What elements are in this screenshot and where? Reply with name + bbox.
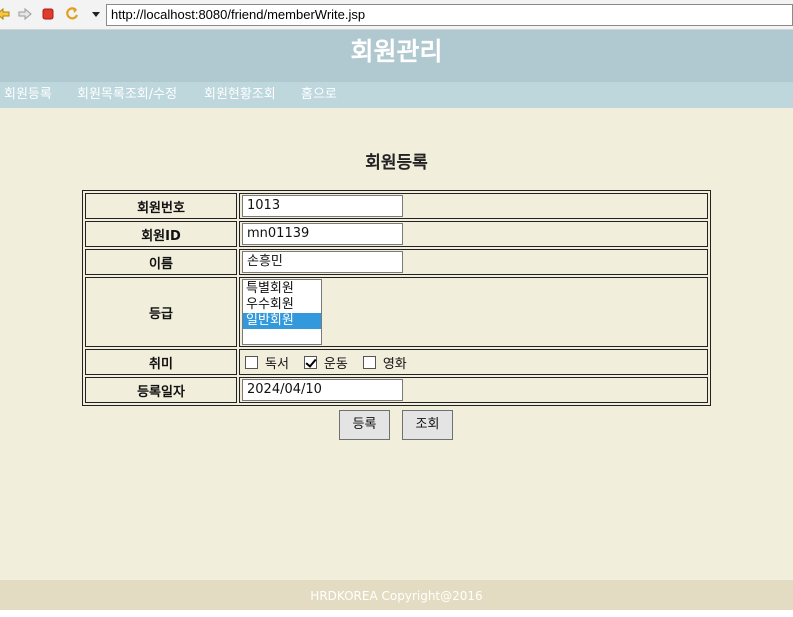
main-section: 회원등록 회원번호 1013 회원ID mn01139 이름 손흥민 등급 특별… — [0, 108, 793, 580]
hobby-movie-label: 영화 — [382, 356, 407, 372]
lookup-button[interactable]: 조회 — [402, 410, 453, 440]
grade-label: 등급 — [85, 277, 237, 347]
hobby-reading-label: 독서 — [265, 356, 289, 372]
register-button[interactable]: 등록 — [339, 410, 390, 440]
form-row-member-no: 회원번호 1013 — [85, 193, 708, 219]
grade-option[interactable]: 특별회원 — [243, 281, 321, 297]
form-row-member-id: 회원ID mn01139 — [85, 221, 708, 247]
address-bar[interactable]: http://localhost:8080/friend/memberWrite… — [106, 4, 793, 26]
browser-toolbar: http://localhost:8080/friend/memberWrite… — [0, 0, 793, 30]
reg-date-label: 등록일자 — [85, 377, 237, 403]
page-title: 회원관리 — [350, 37, 443, 66]
member-no-label: 회원번호 — [85, 193, 237, 219]
hobby-group: 독서 운동 영화 — [242, 350, 707, 374]
hobby-movie-checkbox[interactable] — [362, 355, 376, 369]
member-id-input[interactable]: mn01139 — [242, 223, 403, 245]
stop-icon[interactable] — [40, 6, 56, 22]
reg-date-input[interactable]: 2024/04/10 — [242, 379, 403, 401]
nav-item-home[interactable]: 홈으로 — [301, 82, 337, 108]
nav-item-member-status[interactable]: 회원현황조회 — [204, 82, 276, 108]
grade-option-selected[interactable]: 일반회원 — [243, 313, 321, 329]
nav-item-member-list[interactable]: 회원목록조회/수정 — [77, 82, 177, 108]
form-row-name: 이름 손흥민 — [85, 249, 708, 275]
name-input[interactable]: 손흥민 — [242, 251, 403, 273]
dropdown-arrow-icon[interactable] — [88, 6, 104, 22]
hobby-exercise-label: 운동 — [323, 356, 348, 372]
member-no-input[interactable]: 1013 — [242, 195, 403, 217]
browser-window: http://localhost:8080/friend/memberWrite… — [0, 0, 793, 617]
grade-listbox[interactable]: 특별회원 우수회원 일반회원 — [242, 279, 322, 345]
nav-item-member-register[interactable]: 회원등록 — [4, 82, 52, 108]
hobby-reading-checkbox[interactable] — [245, 355, 258, 369]
refresh-icon[interactable] — [64, 6, 80, 22]
form-row-hobby: 취미 독서 운동 영화 — [85, 349, 708, 375]
back-arrow-icon[interactable] — [0, 6, 11, 22]
form-row-reg-date: 등록일자 2024/04/10 — [85, 377, 708, 403]
hobby-label: 취미 — [85, 349, 237, 375]
page-header: 회원관리 — [0, 30, 793, 82]
form-row-grade: 등급 특별회원 우수회원 일반회원 — [85, 277, 708, 347]
member-id-label: 회원ID — [85, 221, 237, 247]
nav-bar: 회원등록 회원목록조회/수정 회원현황조회 홈으로 — [0, 82, 793, 108]
hobby-exercise-checkbox[interactable] — [303, 355, 317, 369]
name-label: 이름 — [85, 249, 237, 275]
member-form-table: 회원번호 1013 회원ID mn01139 이름 손흥민 등급 특별회원 우수… — [82, 190, 711, 406]
footer-text: HRDKOREA Copyright@2016 — [310, 589, 483, 603]
forward-arrow-icon[interactable] — [17, 6, 33, 22]
grade-option[interactable]: 우수회원 — [243, 297, 321, 313]
section-title: 회원등록 — [365, 153, 428, 173]
page-footer: HRDKOREA Copyright@2016 — [0, 580, 793, 610]
